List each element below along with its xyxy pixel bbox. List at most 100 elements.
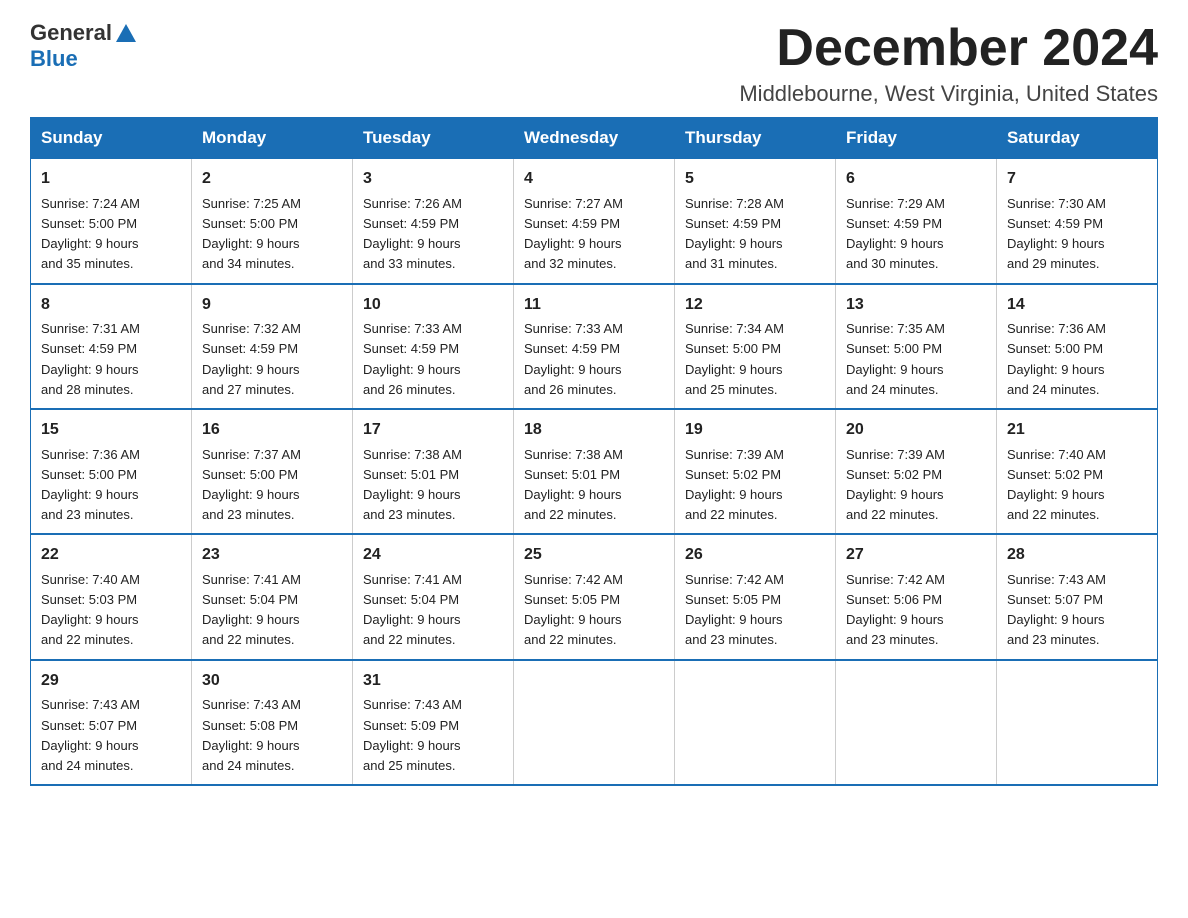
calendar-cell: 18 Sunrise: 7:38 AM Sunset: 5:01 PM Dayl… [514, 409, 675, 534]
calendar-cell: 29 Sunrise: 7:43 AM Sunset: 5:07 PM Dayl… [31, 660, 192, 785]
day-number: 4 [524, 167, 664, 192]
day-sunset: Sunset: 5:00 PM [202, 465, 342, 485]
day-daylight: Daylight: 9 hours [202, 234, 342, 254]
day-daylight: Daylight: 9 hours [363, 234, 503, 254]
logo-general-text: General [30, 20, 112, 46]
day-sunrise: Sunrise: 7:39 AM [846, 445, 986, 465]
day-sunrise: Sunrise: 7:34 AM [685, 319, 825, 339]
day-sunset: Sunset: 5:02 PM [846, 465, 986, 485]
day-daylight: Daylight: 9 hours [685, 610, 825, 630]
calendar-cell: 22 Sunrise: 7:40 AM Sunset: 5:03 PM Dayl… [31, 534, 192, 659]
day-sunrise: Sunrise: 7:31 AM [41, 319, 181, 339]
day-sunset: Sunset: 5:01 PM [524, 465, 664, 485]
day-daylight: Daylight: 9 hours [363, 736, 503, 756]
day-sunrise: Sunrise: 7:40 AM [41, 570, 181, 590]
day-number: 12 [685, 293, 825, 318]
day-sunset: Sunset: 5:01 PM [363, 465, 503, 485]
logo-blue-text: Blue [30, 46, 78, 71]
calendar-cell: 27 Sunrise: 7:42 AM Sunset: 5:06 PM Dayl… [836, 534, 997, 659]
day-sunset: Sunset: 4:59 PM [363, 339, 503, 359]
day-daylight-cont: and 25 minutes. [363, 756, 503, 776]
day-number: 17 [363, 418, 503, 443]
day-daylight-cont: and 24 minutes. [41, 756, 181, 776]
calendar-cell: 5 Sunrise: 7:28 AM Sunset: 4:59 PM Dayli… [675, 159, 836, 284]
day-sunrise: Sunrise: 7:39 AM [685, 445, 825, 465]
calendar-week-row: 1 Sunrise: 7:24 AM Sunset: 5:00 PM Dayli… [31, 159, 1158, 284]
day-number: 2 [202, 167, 342, 192]
calendar-cell: 31 Sunrise: 7:43 AM Sunset: 5:09 PM Dayl… [353, 660, 514, 785]
day-sunrise: Sunrise: 7:37 AM [202, 445, 342, 465]
day-daylight-cont: and 24 minutes. [1007, 380, 1147, 400]
day-number: 7 [1007, 167, 1147, 192]
day-daylight: Daylight: 9 hours [524, 234, 664, 254]
day-sunrise: Sunrise: 7:38 AM [363, 445, 503, 465]
day-daylight-cont: and 24 minutes. [846, 380, 986, 400]
day-number: 10 [363, 293, 503, 318]
day-sunrise: Sunrise: 7:35 AM [846, 319, 986, 339]
calendar-cell: 12 Sunrise: 7:34 AM Sunset: 5:00 PM Dayl… [675, 284, 836, 409]
calendar-cell: 16 Sunrise: 7:37 AM Sunset: 5:00 PM Dayl… [192, 409, 353, 534]
day-header-sunday: Sunday [31, 118, 192, 159]
day-number: 8 [41, 293, 181, 318]
day-sunset: Sunset: 4:59 PM [202, 339, 342, 359]
day-sunrise: Sunrise: 7:36 AM [41, 445, 181, 465]
calendar-cell: 30 Sunrise: 7:43 AM Sunset: 5:08 PM Dayl… [192, 660, 353, 785]
day-daylight-cont: and 31 minutes. [685, 254, 825, 274]
calendar-week-row: 15 Sunrise: 7:36 AM Sunset: 5:00 PM Dayl… [31, 409, 1158, 534]
day-sunset: Sunset: 5:02 PM [1007, 465, 1147, 485]
calendar-cell: 8 Sunrise: 7:31 AM Sunset: 4:59 PM Dayli… [31, 284, 192, 409]
day-daylight: Daylight: 9 hours [41, 485, 181, 505]
day-sunrise: Sunrise: 7:24 AM [41, 194, 181, 214]
day-number: 19 [685, 418, 825, 443]
day-number: 3 [363, 167, 503, 192]
day-sunrise: Sunrise: 7:29 AM [846, 194, 986, 214]
calendar-week-row: 8 Sunrise: 7:31 AM Sunset: 4:59 PM Dayli… [31, 284, 1158, 409]
calendar-cell: 21 Sunrise: 7:40 AM Sunset: 5:02 PM Dayl… [997, 409, 1158, 534]
day-number: 23 [202, 543, 342, 568]
day-daylight: Daylight: 9 hours [846, 360, 986, 380]
day-sunrise: Sunrise: 7:42 AM [685, 570, 825, 590]
day-number: 15 [41, 418, 181, 443]
day-sunset: Sunset: 5:04 PM [363, 590, 503, 610]
calendar-cell: 1 Sunrise: 7:24 AM Sunset: 5:00 PM Dayli… [31, 159, 192, 284]
calendar-cell: 15 Sunrise: 7:36 AM Sunset: 5:00 PM Dayl… [31, 409, 192, 534]
calendar-cell: 3 Sunrise: 7:26 AM Sunset: 4:59 PM Dayli… [353, 159, 514, 284]
day-number: 14 [1007, 293, 1147, 318]
day-sunset: Sunset: 5:05 PM [685, 590, 825, 610]
day-daylight-cont: and 26 minutes. [524, 380, 664, 400]
day-daylight-cont: and 23 minutes. [685, 630, 825, 650]
day-sunset: Sunset: 4:59 PM [846, 214, 986, 234]
day-sunset: Sunset: 5:03 PM [41, 590, 181, 610]
day-sunrise: Sunrise: 7:41 AM [202, 570, 342, 590]
day-daylight-cont: and 33 minutes. [363, 254, 503, 274]
day-daylight-cont: and 22 minutes. [846, 505, 986, 525]
day-daylight: Daylight: 9 hours [202, 485, 342, 505]
day-sunset: Sunset: 5:00 PM [685, 339, 825, 359]
day-daylight-cont: and 22 minutes. [524, 505, 664, 525]
day-daylight-cont: and 26 minutes. [363, 380, 503, 400]
calendar-cell: 24 Sunrise: 7:41 AM Sunset: 5:04 PM Dayl… [353, 534, 514, 659]
day-daylight-cont: and 30 minutes. [846, 254, 986, 274]
day-header-saturday: Saturday [997, 118, 1158, 159]
day-sunset: Sunset: 4:59 PM [524, 339, 664, 359]
day-sunrise: Sunrise: 7:36 AM [1007, 319, 1147, 339]
calendar-cell: 4 Sunrise: 7:27 AM Sunset: 4:59 PM Dayli… [514, 159, 675, 284]
day-daylight: Daylight: 9 hours [846, 610, 986, 630]
day-daylight-cont: and 29 minutes. [1007, 254, 1147, 274]
calendar-cell: 25 Sunrise: 7:42 AM Sunset: 5:05 PM Dayl… [514, 534, 675, 659]
day-number: 6 [846, 167, 986, 192]
day-daylight: Daylight: 9 hours [202, 736, 342, 756]
day-daylight-cont: and 27 minutes. [202, 380, 342, 400]
day-sunset: Sunset: 5:00 PM [41, 214, 181, 234]
day-daylight: Daylight: 9 hours [363, 610, 503, 630]
calendar-week-row: 22 Sunrise: 7:40 AM Sunset: 5:03 PM Dayl… [31, 534, 1158, 659]
day-daylight-cont: and 28 minutes. [41, 380, 181, 400]
day-number: 11 [524, 293, 664, 318]
page-header: General Blue December 2024 Middlebourne,… [30, 20, 1158, 107]
calendar-cell: 20 Sunrise: 7:39 AM Sunset: 5:02 PM Dayl… [836, 409, 997, 534]
day-daylight: Daylight: 9 hours [41, 610, 181, 630]
day-sunrise: Sunrise: 7:25 AM [202, 194, 342, 214]
day-sunset: Sunset: 5:07 PM [1007, 590, 1147, 610]
day-daylight: Daylight: 9 hours [685, 485, 825, 505]
calendar-cell: 14 Sunrise: 7:36 AM Sunset: 5:00 PM Dayl… [997, 284, 1158, 409]
